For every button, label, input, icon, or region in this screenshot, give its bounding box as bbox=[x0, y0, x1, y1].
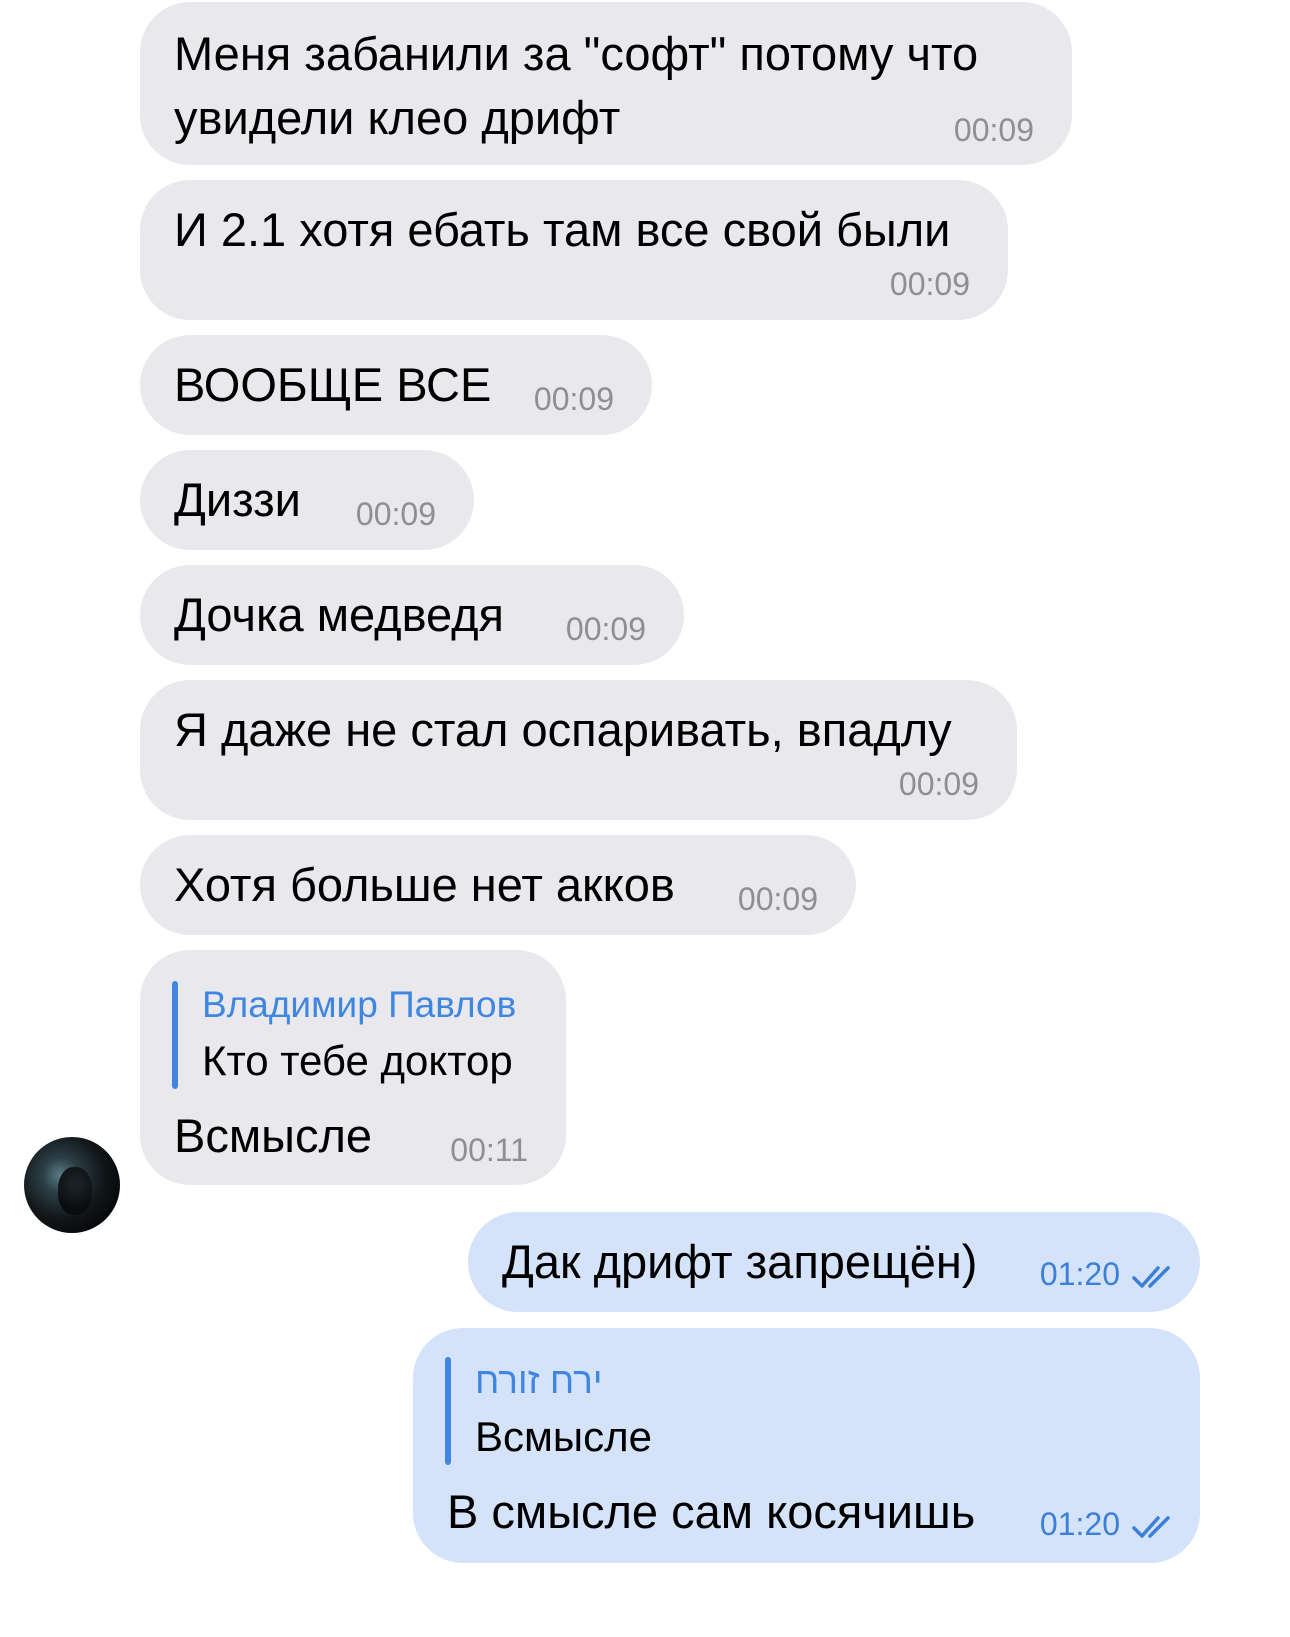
reply-quote-bar bbox=[445, 1357, 451, 1465]
message-text: Дочка медведя bbox=[174, 588, 505, 641]
double-check-icon bbox=[1132, 1266, 1170, 1288]
incoming-reply-message[interactable]: Владимир Павлов Кто тебе доктор Всмысле … bbox=[140, 950, 566, 1185]
reply-sender-name[interactable]: ירח זורח bbox=[475, 1360, 603, 1402]
message-time: 01:20 bbox=[1039, 1256, 1120, 1292]
outgoing-reply-message[interactable]: ירח זורח Всмысле В смысле сам косячишь 0… bbox=[413, 1328, 1200, 1563]
message-text: И 2.1 хотя ебать там все свой были bbox=[174, 203, 951, 256]
incoming-message[interactable]: Дочка медведя 00:09 bbox=[140, 565, 684, 665]
message-time: 01:20 bbox=[1039, 1506, 1120, 1542]
reply-quote-bar bbox=[172, 981, 178, 1089]
message-time: 00:11 bbox=[450, 1132, 528, 1168]
message-text: ВООБЩЕ ВСЕ bbox=[174, 358, 492, 411]
message-time: 00:09 bbox=[565, 611, 646, 647]
incoming-message[interactable]: ВООБЩЕ ВСЕ 00:09 bbox=[140, 335, 652, 435]
incoming-message[interactable]: Диззи 00:09 bbox=[140, 450, 474, 550]
message-time: 00:09 bbox=[898, 766, 979, 802]
incoming-message[interactable]: Я даже не стал оспаривать, впадлу 00:09 bbox=[140, 680, 1017, 820]
reply-quoted-text: Всмысле bbox=[475, 1413, 652, 1460]
sender-avatar[interactable] bbox=[24, 1137, 120, 1233]
reply-quoted-text: Кто тебе доктор bbox=[202, 1037, 513, 1084]
message-text: Всмысле bbox=[174, 1109, 373, 1162]
message-text: Я даже не стал оспаривать, впадлу bbox=[174, 703, 952, 756]
message-time: 00:09 bbox=[953, 112, 1034, 148]
message-time: 00:09 bbox=[355, 496, 436, 532]
outgoing-message[interactable]: Дак дрифт запрещён) 01:20 bbox=[468, 1212, 1200, 1312]
message-text: Хотя больше нет акков bbox=[174, 858, 675, 911]
message-time: 00:09 bbox=[737, 881, 818, 917]
incoming-message[interactable]: И 2.1 хотя ебать там все свой были 00:09 bbox=[140, 180, 1008, 320]
message-text: Диззи bbox=[174, 473, 301, 526]
message-time: 00:09 bbox=[889, 266, 970, 302]
reply-sender-name[interactable]: Владимир Павлов bbox=[202, 984, 516, 1026]
incoming-message[interactable]: Меня забанили за "софт" потому что увиде… bbox=[140, 2, 1072, 165]
message-text: Меня забанили за "софт" потому что bbox=[174, 27, 979, 80]
incoming-message[interactable]: Хотя больше нет акков 00:09 bbox=[140, 835, 856, 935]
double-check-icon bbox=[1132, 1516, 1170, 1538]
message-text: Дак дрифт запрещён) bbox=[502, 1235, 978, 1288]
message-time: 00:09 bbox=[533, 381, 614, 417]
message-text: В смысле сам косячишь bbox=[447, 1485, 976, 1538]
message-text: увидели клео дрифт bbox=[174, 91, 621, 144]
